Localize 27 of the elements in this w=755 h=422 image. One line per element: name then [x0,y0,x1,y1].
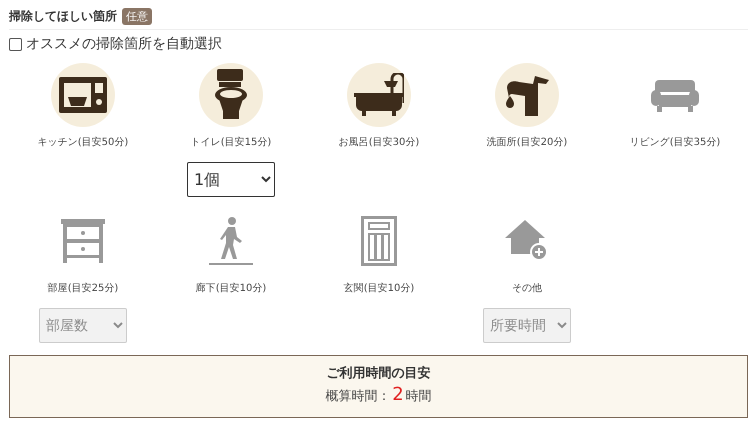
area-label: トイレ(目安15分) [190,136,272,149]
area-label: 部屋(目安25分) [48,282,118,295]
area-label: 廊下(目安10分) [196,282,266,295]
estimate-title: ご利用時間の目安 [326,364,430,382]
walking-person-icon [209,217,253,265]
microwave-icon [59,75,107,115]
estimate-unit: 時間 [406,388,432,405]
faucet-icon [504,74,550,116]
auto-select-checkbox[interactable] [9,38,22,50]
area-label: 玄関(目安10分) [344,282,414,295]
optional-badge: 任意 [122,8,152,25]
house-plus-icon [505,220,549,262]
area-label: 洗面所(目安20分) [486,136,568,149]
sofa-icon [651,78,699,112]
quantity-select[interactable]: 1個 [187,162,275,197]
toilet-icon [213,69,249,121]
area-label: お風呂(目安30分) [338,136,420,149]
bathtub-icon [354,73,404,117]
estimate-value: 2 [392,384,404,405]
section-title: 掃除してほしい箇所 [9,8,117,25]
door-icon [361,216,397,266]
estimate-prefix: 概算時間： [325,388,390,405]
area-label: キッチン(目安50分) [38,136,128,149]
drawer-chest-icon [61,219,105,263]
checkbox-label: オススメの掃除箇所を自動選択 [26,35,222,53]
area-label: リビング(目安35分) [630,136,720,149]
area-label: その他 [512,282,542,295]
